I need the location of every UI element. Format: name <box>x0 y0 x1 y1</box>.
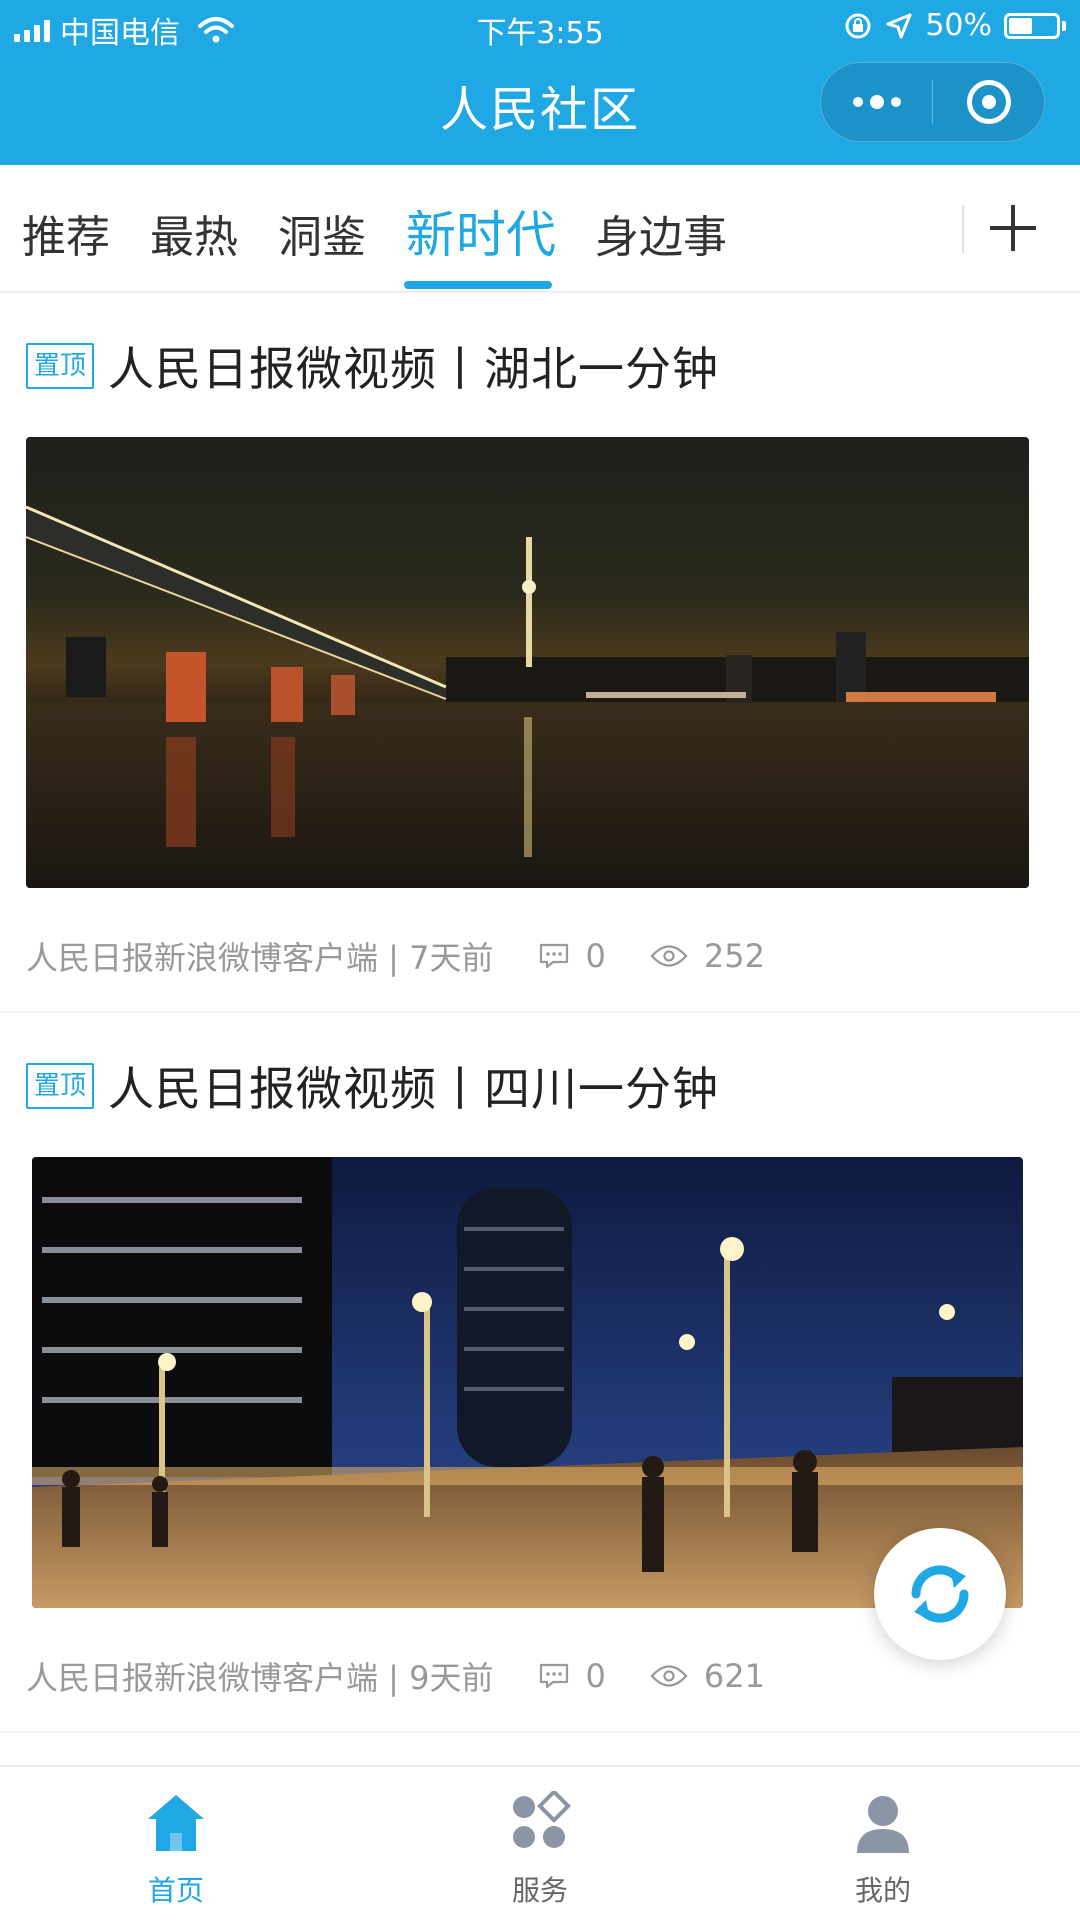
views-eye-icon <box>650 1665 688 1687</box>
top-header: 中国电信 下午3:55 50% 人民社区 <box>0 0 1080 165</box>
comment-icon[interactable] <box>538 1662 570 1690</box>
article-meta: 人民日报新浪微博客户端 | 9天前 0 621 <box>26 1653 809 1699</box>
night-bridge-image <box>26 437 1029 888</box>
article-source-time: 人民日报新浪微博客户端 | 7天前 <box>26 939 494 977</box>
article-title[interactable]: 人民日报微视频丨湖北一分钟 <box>108 333 719 399</box>
status-bar: 中国电信 下午3:55 50% <box>0 0 1080 54</box>
rotation-lock-icon <box>845 13 871 38</box>
mini-program-capsule <box>820 62 1045 142</box>
comment-count: 0 <box>585 937 606 975</box>
nav-home[interactable]: 首页 <box>96 1787 256 1909</box>
battery-percent: 50% <box>925 8 992 43</box>
status-right: 50% <box>843 8 1066 43</box>
nav-profile[interactable]: 我的 <box>803 1787 963 1909</box>
article-card[interactable]: 置顶 人民日报微视频丨湖北一分钟 人民日报新浪微博客户端 | 7天前 0 252 <box>0 293 1080 1011</box>
tab-recommend[interactable]: 推荐 <box>22 201 110 265</box>
nav-services[interactable]: 服务 <box>460 1787 620 1909</box>
battery-icon <box>1004 12 1066 39</box>
article-cover-image[interactable] <box>26 437 1029 888</box>
tab-insight[interactable]: 洞鉴 <box>278 201 366 265</box>
comment-count: 0 <box>585 1657 606 1695</box>
refresh-icon <box>911 1565 969 1623</box>
home-icon <box>148 1795 204 1851</box>
active-tab-indicator <box>404 281 552 289</box>
view-count: 621 <box>703 1657 765 1695</box>
pinned-badge: 置顶 <box>26 1063 95 1109</box>
tab-hottest[interactable]: 最热 <box>150 201 238 265</box>
nav-services-label: 服务 <box>511 1874 568 1907</box>
profile-icon <box>857 1796 909 1853</box>
article-separator <box>0 1731 1080 1733</box>
nav-profile-label: 我的 <box>854 1874 911 1907</box>
close-button[interactable] <box>933 63 1044 141</box>
close-target-icon <box>966 80 1011 124</box>
more-button[interactable] <box>821 63 932 141</box>
bottom-navigation: 首页 服务 我的 <box>0 1765 1080 1920</box>
category-tabs: 推荐 最热 洞鉴 新时代 身边事 <box>0 165 1080 293</box>
services-icon <box>513 1791 571 1848</box>
battery-fill <box>1009 17 1032 34</box>
plus-icon[interactable] <box>990 205 1036 251</box>
location-arrow-icon <box>886 13 912 38</box>
tab-divider <box>962 205 964 253</box>
pinned-badge: 置顶 <box>26 343 95 389</box>
more-dots-icon <box>852 95 901 109</box>
comment-icon[interactable] <box>538 942 570 970</box>
article-title-row: 置顶 人民日报微视频丨湖北一分钟 <box>26 333 719 399</box>
tab-nearby[interactable]: 身边事 <box>595 201 727 265</box>
city-night-street-image <box>32 1157 1023 1608</box>
refresh-button[interactable] <box>874 1528 1006 1660</box>
views-eye-icon <box>650 945 688 967</box>
article-meta: 人民日报新浪微博客户端 | 7天前 0 252 <box>26 933 809 979</box>
article-title-row: 置顶 人民日报微视频丨四川一分钟 <box>26 1053 719 1119</box>
article-source-time: 人民日报新浪微博客户端 | 9天前 <box>26 1659 494 1697</box>
article-title[interactable]: 人民日报微视频丨四川一分钟 <box>108 1053 719 1119</box>
view-count: 252 <box>703 937 765 975</box>
article-cover-image[interactable] <box>32 1157 1023 1608</box>
tab-new-era[interactable]: 新时代 <box>406 195 556 267</box>
nav-home-label: 首页 <box>147 1874 204 1907</box>
